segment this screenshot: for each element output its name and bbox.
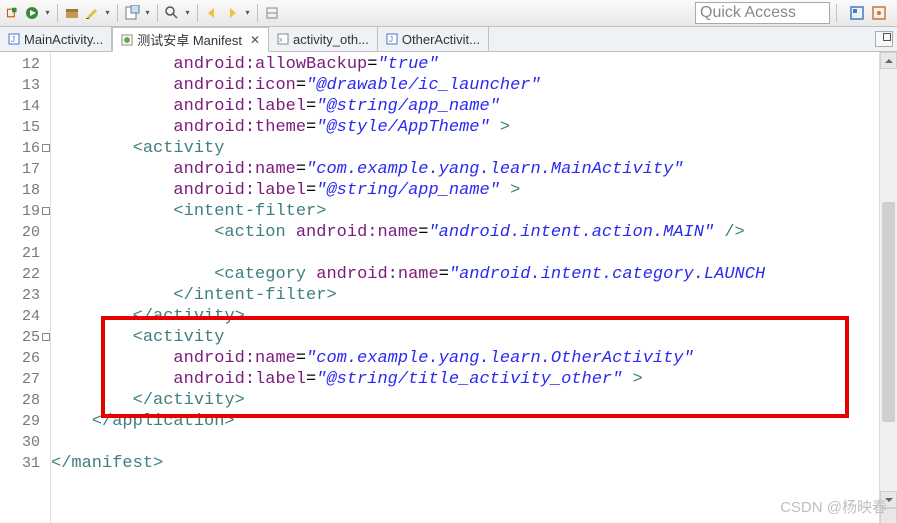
perspective-other-icon[interactable] [871,5,887,21]
separator-icon [117,4,118,22]
line-number: 24 [0,306,50,327]
line-number: 12 [0,54,50,75]
scroll-up-icon[interactable] [880,52,897,69]
separator-icon [57,4,58,22]
line-number: 29 [0,411,50,432]
line-number: 23 [0,285,50,306]
search-dropdown-icon[interactable]: ▾ [184,5,191,21]
package-icon[interactable] [64,5,80,21]
nav-dropdown-icon[interactable]: ▾ [244,5,251,21]
tab-activity-other-xml[interactable]: x activity_oth... [269,27,378,51]
new-plugin-icon[interactable] [4,5,20,21]
line-number: 27 [0,369,50,390]
line-number: 13 [0,75,50,96]
scrollbar-thumb[interactable] [882,202,895,422]
line-number[interactable]: 16 [0,138,50,159]
java-file-icon: J [386,33,398,45]
separator-icon [836,4,837,22]
tab-mainactivity[interactable]: J MainActivity... [0,27,112,51]
line-number[interactable]: 25 [0,327,50,348]
line-number: 17 [0,159,50,180]
open-type-dropdown-icon[interactable]: ▾ [144,5,151,21]
line-number: 26 [0,348,50,369]
line-number-gutter: 12 13 14 15 16 17 18 19 20 21 22 23 24 2… [0,52,51,523]
perspective-java-icon[interactable] [849,5,865,21]
tab-manifest[interactable]: 测试安卓 Manifest ✕ [112,27,269,52]
tab-label: MainActivity... [24,32,103,47]
tab-label: activity_oth... [293,32,369,47]
svg-text:J: J [11,35,15,44]
separator-icon [157,4,158,22]
manifest-file-icon [121,34,133,46]
line-number: 28 [0,390,50,411]
open-type-icon[interactable] [124,5,140,21]
line-number: 15 [0,117,50,138]
separator-icon [197,4,198,22]
run-icon[interactable] [24,5,40,21]
edit-icon[interactable] [84,5,100,21]
svg-text:J: J [389,35,393,44]
nav-prev-icon[interactable] [204,5,220,21]
pin-editor-icon[interactable] [264,5,280,21]
line-number: 21 [0,243,50,264]
search-icon[interactable] [164,5,180,21]
separator-icon [257,4,258,22]
editor-area: 12 13 14 15 16 17 18 19 20 21 22 23 24 2… [0,52,897,523]
main-toolbar: ▾ ▾ ▾ ▾ ▾ Quick Access [0,0,897,27]
close-icon[interactable]: ✕ [250,33,260,47]
tab-label: OtherActivit... [402,32,480,47]
line-number: 31 [0,453,50,474]
app-root: ▾ ▾ ▾ ▾ ▾ Quick Access [0,0,897,523]
quick-access-input[interactable]: Quick Access [695,2,830,24]
vertical-scrollbar[interactable] [879,52,897,523]
code-editor[interactable]: android:allowBackup="true" android:icon=… [51,52,879,523]
nav-next-icon[interactable] [224,5,240,21]
xml-file-icon: x [277,33,289,45]
line-number: 30 [0,432,50,453]
scrollbar-corner [880,508,897,523]
scroll-down-icon[interactable] [880,491,897,508]
tab-label: 测试安卓 Manifest [137,30,242,49]
line-number: 18 [0,180,50,201]
run-dropdown-icon[interactable]: ▾ [44,5,51,21]
edit-dropdown-icon[interactable]: ▾ [104,5,111,21]
quick-access-placeholder: Quick Access [700,4,796,22]
line-number[interactable]: 19 [0,201,50,222]
java-file-icon: J [8,33,20,45]
minimize-editor-button[interactable] [875,31,893,47]
editor-tabbar: J MainActivity... 测试安卓 Manifest ✕ x acti… [0,27,897,52]
tab-otheractivity[interactable]: J OtherActivit... [378,27,489,51]
line-number: 22 [0,264,50,285]
svg-text:x: x [279,37,283,44]
line-number: 20 [0,222,50,243]
line-number: 14 [0,96,50,117]
